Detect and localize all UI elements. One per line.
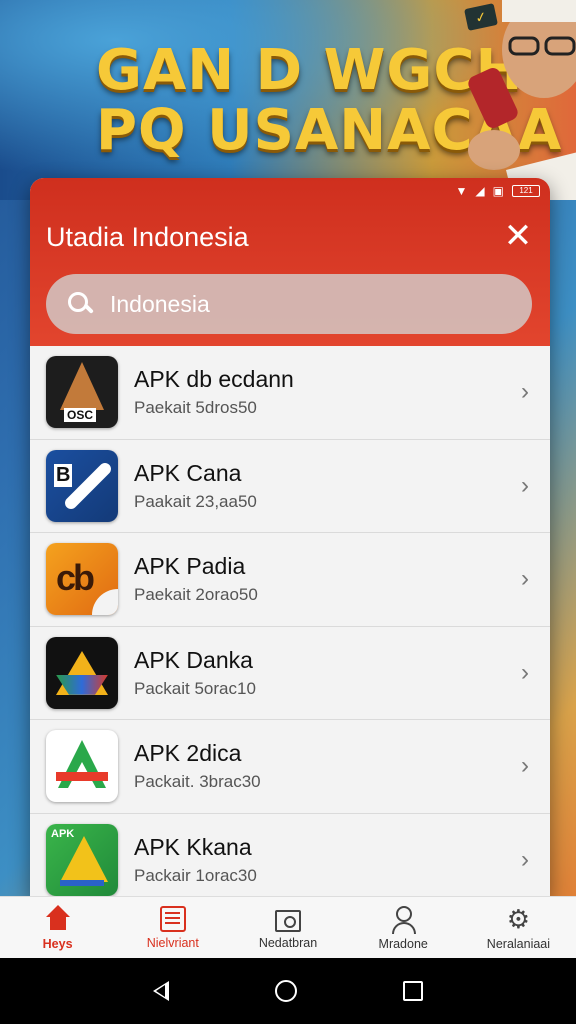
- chevron-right-icon: ›: [521, 658, 529, 686]
- camera-icon: [275, 909, 301, 932]
- nav-label: Mradone: [378, 936, 428, 951]
- nav-item-home[interactable]: Heys: [0, 897, 115, 958]
- search-icon: [66, 290, 94, 318]
- apk-a-icon: OSC: [46, 356, 118, 429]
- dialog-title: Utadia Indonesia: [46, 222, 249, 252]
- search-input[interactable]: [110, 290, 490, 318]
- back-icon[interactable]: [153, 981, 169, 1001]
- chevron-right-icon: ›: [521, 752, 529, 780]
- nav-item-profile[interactable]: Mradone: [346, 897, 461, 958]
- gear-icon: ⚙: [506, 903, 531, 934]
- system-navigation-bar: [0, 958, 576, 1024]
- wifi-icon: ▼: [455, 184, 468, 198]
- chevron-right-icon: ›: [521, 565, 529, 593]
- banner-headline-line1: GAN D WGCH: [96, 38, 524, 103]
- nav-item-settings[interactable]: ⚙ Neralaniaai: [461, 897, 576, 958]
- nav-label: Neralaniaai: [486, 936, 551, 951]
- app-list: OSC APK db ecdann Paekait 5dros50 › B AP…: [30, 346, 550, 898]
- status-bar: ▼ ◢ ▣ 121: [456, 184, 540, 198]
- search-bar[interactable]: [46, 274, 532, 334]
- list-item[interactable]: OSC APK db ecdann Paekait 5dros50 ›: [30, 346, 550, 440]
- nav-label: Nedatbran: [258, 935, 318, 950]
- apk-a-red-icon: [46, 730, 118, 803]
- app-subtitle: Packait. 3brac30: [134, 772, 261, 792]
- recent-apps-icon[interactable]: [403, 981, 423, 1001]
- list-item[interactable]: APK 2dica Packait. 3brac30 ›: [30, 720, 550, 814]
- app-subtitle: Packait 5orac10: [134, 678, 256, 698]
- banner-headline-line2: PQ USANACΛA: [96, 98, 563, 163]
- app-subtitle: Paakait 23,aa50: [134, 491, 257, 511]
- app-subtitle: Packair 1orac30: [134, 865, 257, 885]
- signal-icon: ◢: [475, 184, 485, 198]
- list-item[interactable]: APK APK Kkana Packair 1orac30 ›: [30, 813, 550, 898]
- apk-drive-icon: [46, 636, 118, 709]
- app-title: APK 2dica: [134, 740, 242, 767]
- promo-banner[interactable]: GAN D WGCH PQ USANACΛA ✓: [0, 0, 576, 200]
- app-subtitle: Paekait 5dros50: [134, 398, 257, 418]
- nav-label: Heys: [42, 936, 73, 951]
- nav-item-news[interactable]: Nielvriant: [115, 897, 230, 958]
- notification-icon: ▣: [492, 184, 504, 198]
- app-title: APK db ecdann: [134, 366, 294, 393]
- apk-cb-icon: cb: [46, 543, 118, 616]
- app-title: APK Kkana: [134, 833, 252, 860]
- list-item[interactable]: cb APK Padia Paekait 2orao50 ›: [30, 533, 550, 627]
- battery-icon: 121: [512, 185, 540, 197]
- dialog-header: ▼ ◢ ▣ 121 Utadia Indonesia ✕: [30, 178, 550, 346]
- icon-label: APK: [51, 827, 75, 840]
- nav-item-media[interactable]: Nedatbran: [230, 897, 345, 958]
- icon-label: B: [54, 463, 73, 487]
- app-title: APK Padia: [134, 553, 246, 580]
- app-title: APK Danka: [134, 646, 253, 673]
- close-button[interactable]: ✕: [498, 216, 538, 256]
- news-icon: [159, 905, 186, 932]
- icon-label: OSC: [64, 408, 97, 423]
- presenter-image: [468, 0, 576, 200]
- list-item[interactable]: APK Danka Packait 5orac10 ›: [30, 626, 550, 720]
- bottom-navigation: Heys Nielvriant Nedatbran Mradone ⚙ Nera…: [0, 896, 576, 958]
- profile-icon: [389, 905, 417, 934]
- home-circle-icon[interactable]: [275, 980, 297, 1002]
- apk-green-icon: APK: [46, 823, 118, 896]
- icon-label: cb: [56, 557, 95, 599]
- nav-label: Nielvriant: [146, 935, 199, 950]
- home-icon: [44, 904, 72, 933]
- list-item[interactable]: B APK Cana Paakait 23,aa50 ›: [30, 439, 550, 533]
- chevron-right-icon: ›: [521, 471, 529, 499]
- chevron-right-icon: ›: [521, 845, 529, 873]
- app-subtitle: Paekait 2orao50: [134, 585, 258, 605]
- app-list-dialog: ▼ ◢ ▣ 121 Utadia Indonesia ✕ OSC APK db …: [30, 178, 550, 898]
- app-title: APK Cana: [134, 459, 242, 486]
- apk-stick-icon: B: [46, 449, 118, 522]
- chevron-right-icon: ›: [521, 378, 529, 406]
